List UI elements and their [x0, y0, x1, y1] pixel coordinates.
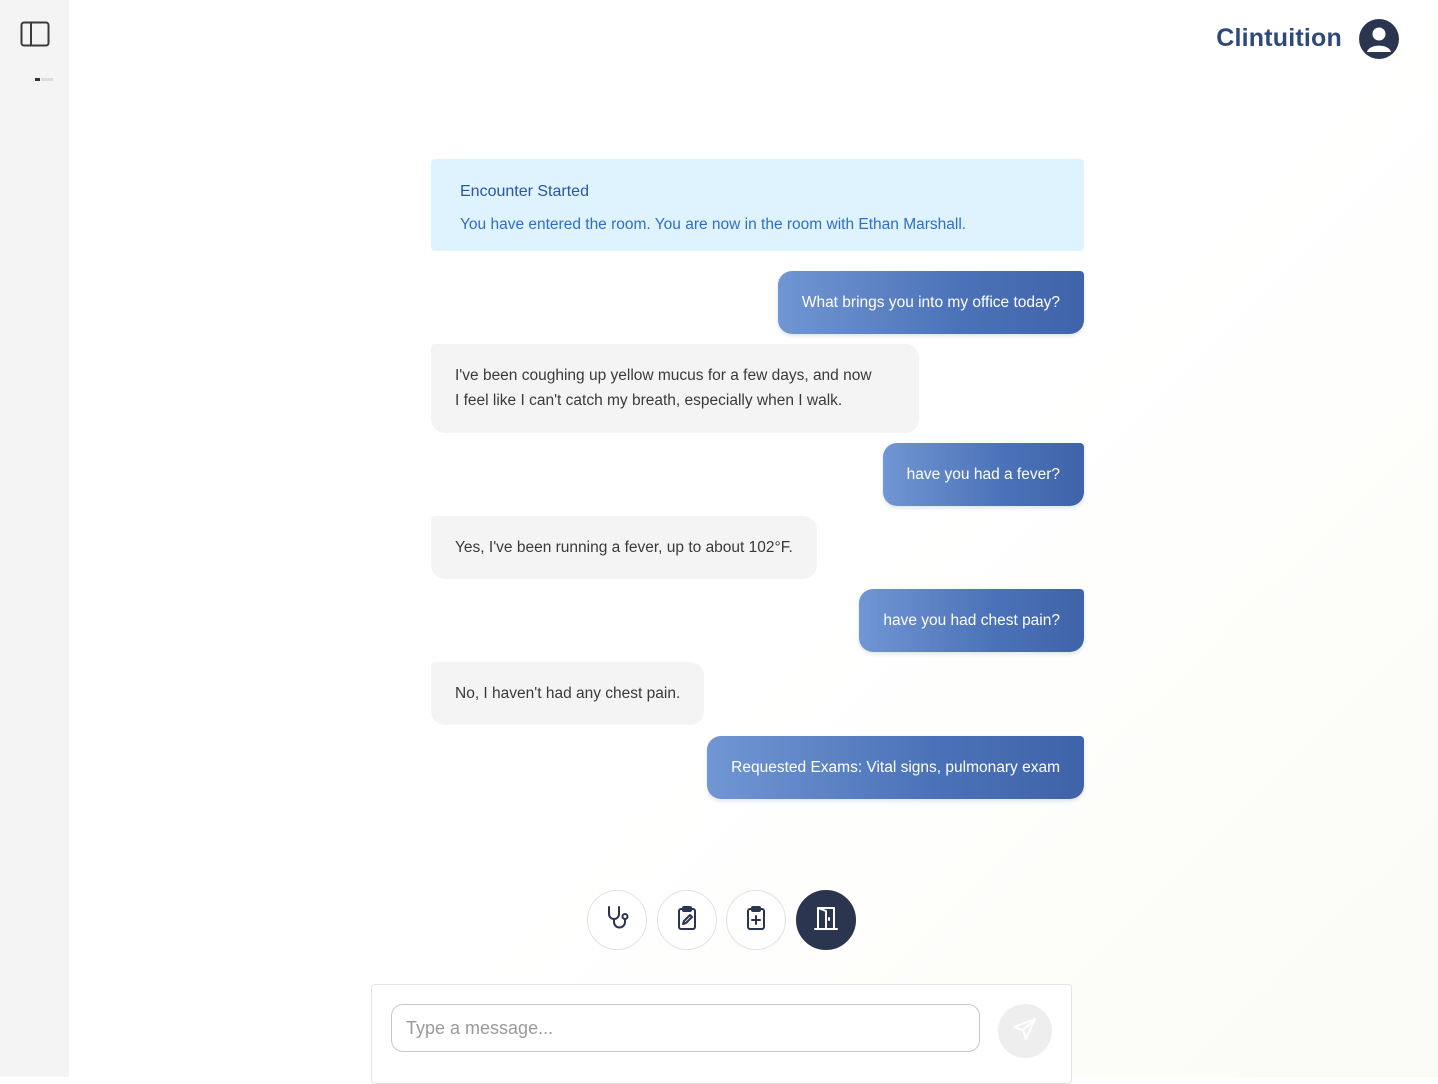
- message-composer: [371, 984, 1072, 1084]
- action-toolbar: [587, 890, 857, 950]
- sidebar-indicator: [35, 78, 53, 81]
- message-text: Requested Exams: Vital signs, pulmonary …: [731, 759, 1060, 776]
- user-avatar-icon: [1359, 27, 1399, 59]
- message-text-line: I've been coughing up yellow mucus for a…: [455, 367, 872, 384]
- message-text: No, I haven't had any chest pain.: [455, 685, 681, 702]
- message-user: Requested Exams: Vital signs, pulmonary …: [707, 736, 1084, 799]
- message-user: What brings you into my office today?: [777, 271, 1084, 334]
- message-text: have you had a fever?: [906, 466, 1060, 483]
- send-icon: [1011, 1015, 1039, 1048]
- message-patient: No, I haven't had any chest pain.: [431, 662, 705, 725]
- sidebar: [0, 0, 69, 1077]
- message-input[interactable]: [391, 1004, 980, 1052]
- sidebar-panel-icon: [20, 21, 50, 52]
- stethoscope-icon: [602, 903, 632, 938]
- encounter-text: You have entered the room. You are now i…: [460, 216, 967, 233]
- message-user: have you had chest pain?: [859, 589, 1084, 652]
- door-exit-icon: [811, 903, 841, 938]
- brand-logo: Clintuition: [1216, 24, 1342, 52]
- main-panel: Clintuition Encounter Started You have e…: [69, 0, 1438, 1084]
- encounter-title: Encounter Started: [460, 183, 589, 200]
- exit-room-button[interactable]: [796, 890, 856, 950]
- user-avatar-button[interactable]: [1359, 19, 1399, 59]
- message-user: have you had a fever?: [882, 443, 1084, 506]
- message-patient: I've been coughing up yellow mucus for a…: [431, 344, 919, 433]
- send-button[interactable]: [998, 1004, 1052, 1058]
- clipboard-plus-icon: [741, 903, 771, 938]
- message-text-line: I feel like I can't catch my breath, esp…: [455, 392, 843, 409]
- sidebar-toggle-button[interactable]: [19, 21, 51, 52]
- orders-button[interactable]: [726, 890, 786, 950]
- notes-button[interactable]: [657, 890, 717, 950]
- encounter-banner: Encounter Started You have entered the r…: [431, 159, 1084, 251]
- physical-exam-button[interactable]: [587, 890, 647, 950]
- message-text: have you had chest pain?: [883, 612, 1060, 629]
- clipboard-pen-icon: [672, 903, 702, 938]
- message-text: Yes, I've been running a fever, up to ab…: [455, 539, 793, 556]
- message-patient: Yes, I've been running a fever, up to ab…: [431, 516, 817, 579]
- message-text: What brings you into my office today?: [801, 294, 1060, 311]
